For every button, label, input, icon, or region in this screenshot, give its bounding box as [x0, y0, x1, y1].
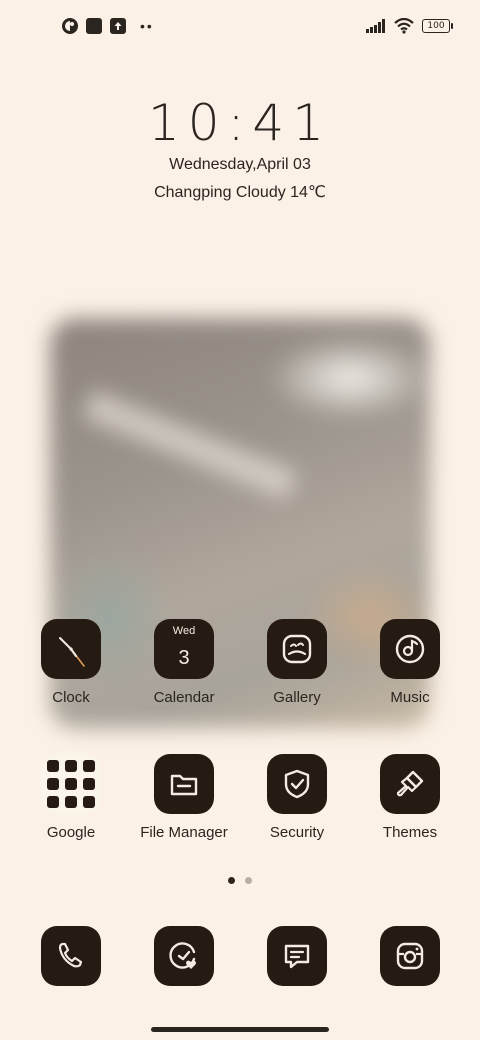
app-label: Clock: [52, 689, 90, 706]
app-clock[interactable]: Clock: [21, 619, 121, 706]
app-mini-icon: [83, 796, 95, 808]
clock-icon: [41, 619, 101, 679]
home-indicator[interactable]: [151, 1027, 329, 1032]
app-mini-icon: [83, 760, 95, 772]
app-mini-icon: [47, 760, 59, 772]
dock-health[interactable]: [134, 926, 234, 986]
wifi-icon: [394, 18, 414, 34]
health-icon: [154, 926, 214, 986]
app-themes[interactable]: Themes: [360, 754, 460, 841]
app-mini-icon: [65, 760, 77, 772]
app-label: Themes: [382, 824, 438, 841]
app-gallery[interactable]: Gallery: [247, 619, 347, 706]
shield-icon: [267, 754, 327, 814]
page-dot[interactable]: [245, 877, 252, 884]
app-label: Music: [390, 689, 430, 706]
app-mini-icon: [47, 778, 59, 790]
phone-icon: [41, 926, 101, 986]
app-mini-icon: [47, 796, 59, 808]
weather-text: Changping Cloudy 14℃: [154, 184, 326, 201]
page-dot-active[interactable]: [228, 877, 235, 884]
messages-icon: [267, 926, 327, 986]
app-label: File Manager: [140, 824, 228, 841]
app-mini-icon: [83, 778, 95, 790]
notification-icons: ••: [62, 18, 154, 34]
calendar-date: 3: [178, 647, 190, 669]
music-icon: [380, 619, 440, 679]
app-mini-icon: [65, 796, 77, 808]
gallery-icon: [267, 619, 327, 679]
app-notification-icon: [62, 18, 78, 34]
more-dots-icon: ••: [140, 18, 154, 34]
app-label: Security: [269, 824, 325, 841]
app-label: Gallery: [273, 689, 321, 706]
app-music[interactable]: Music: [360, 619, 460, 706]
upload-icon: [110, 18, 126, 34]
status-bar: •• 100: [0, 0, 480, 56]
battery-icon: 100: [422, 19, 453, 33]
camera-icon: [380, 926, 440, 986]
brush-icon: [380, 754, 440, 814]
dock-phone[interactable]: [21, 926, 121, 986]
clock-date: Wednesday,April 03: [169, 156, 311, 173]
folder-icon: [154, 754, 214, 814]
calendar-icon: Wed 3: [154, 619, 214, 679]
app-security[interactable]: Security: [247, 754, 347, 841]
dock-messages[interactable]: [247, 926, 347, 986]
clock-time: 10:41: [147, 94, 333, 152]
page-indicator: [0, 877, 480, 884]
google-folder-icon: [41, 754, 101, 814]
app-google-folder[interactable]: Google: [21, 754, 121, 841]
dock-camera[interactable]: [360, 926, 460, 986]
app-file-manager[interactable]: File Manager: [134, 754, 234, 841]
app-label: Calendar: [153, 689, 215, 706]
app-label: Google: [46, 824, 96, 841]
signal-icon: [366, 19, 385, 33]
calendar-day: Wed: [172, 625, 196, 637]
app-mini-icon: [65, 778, 77, 790]
app-calendar[interactable]: Wed 3 Calendar: [134, 619, 234, 706]
square-notification-icon: [86, 18, 102, 34]
